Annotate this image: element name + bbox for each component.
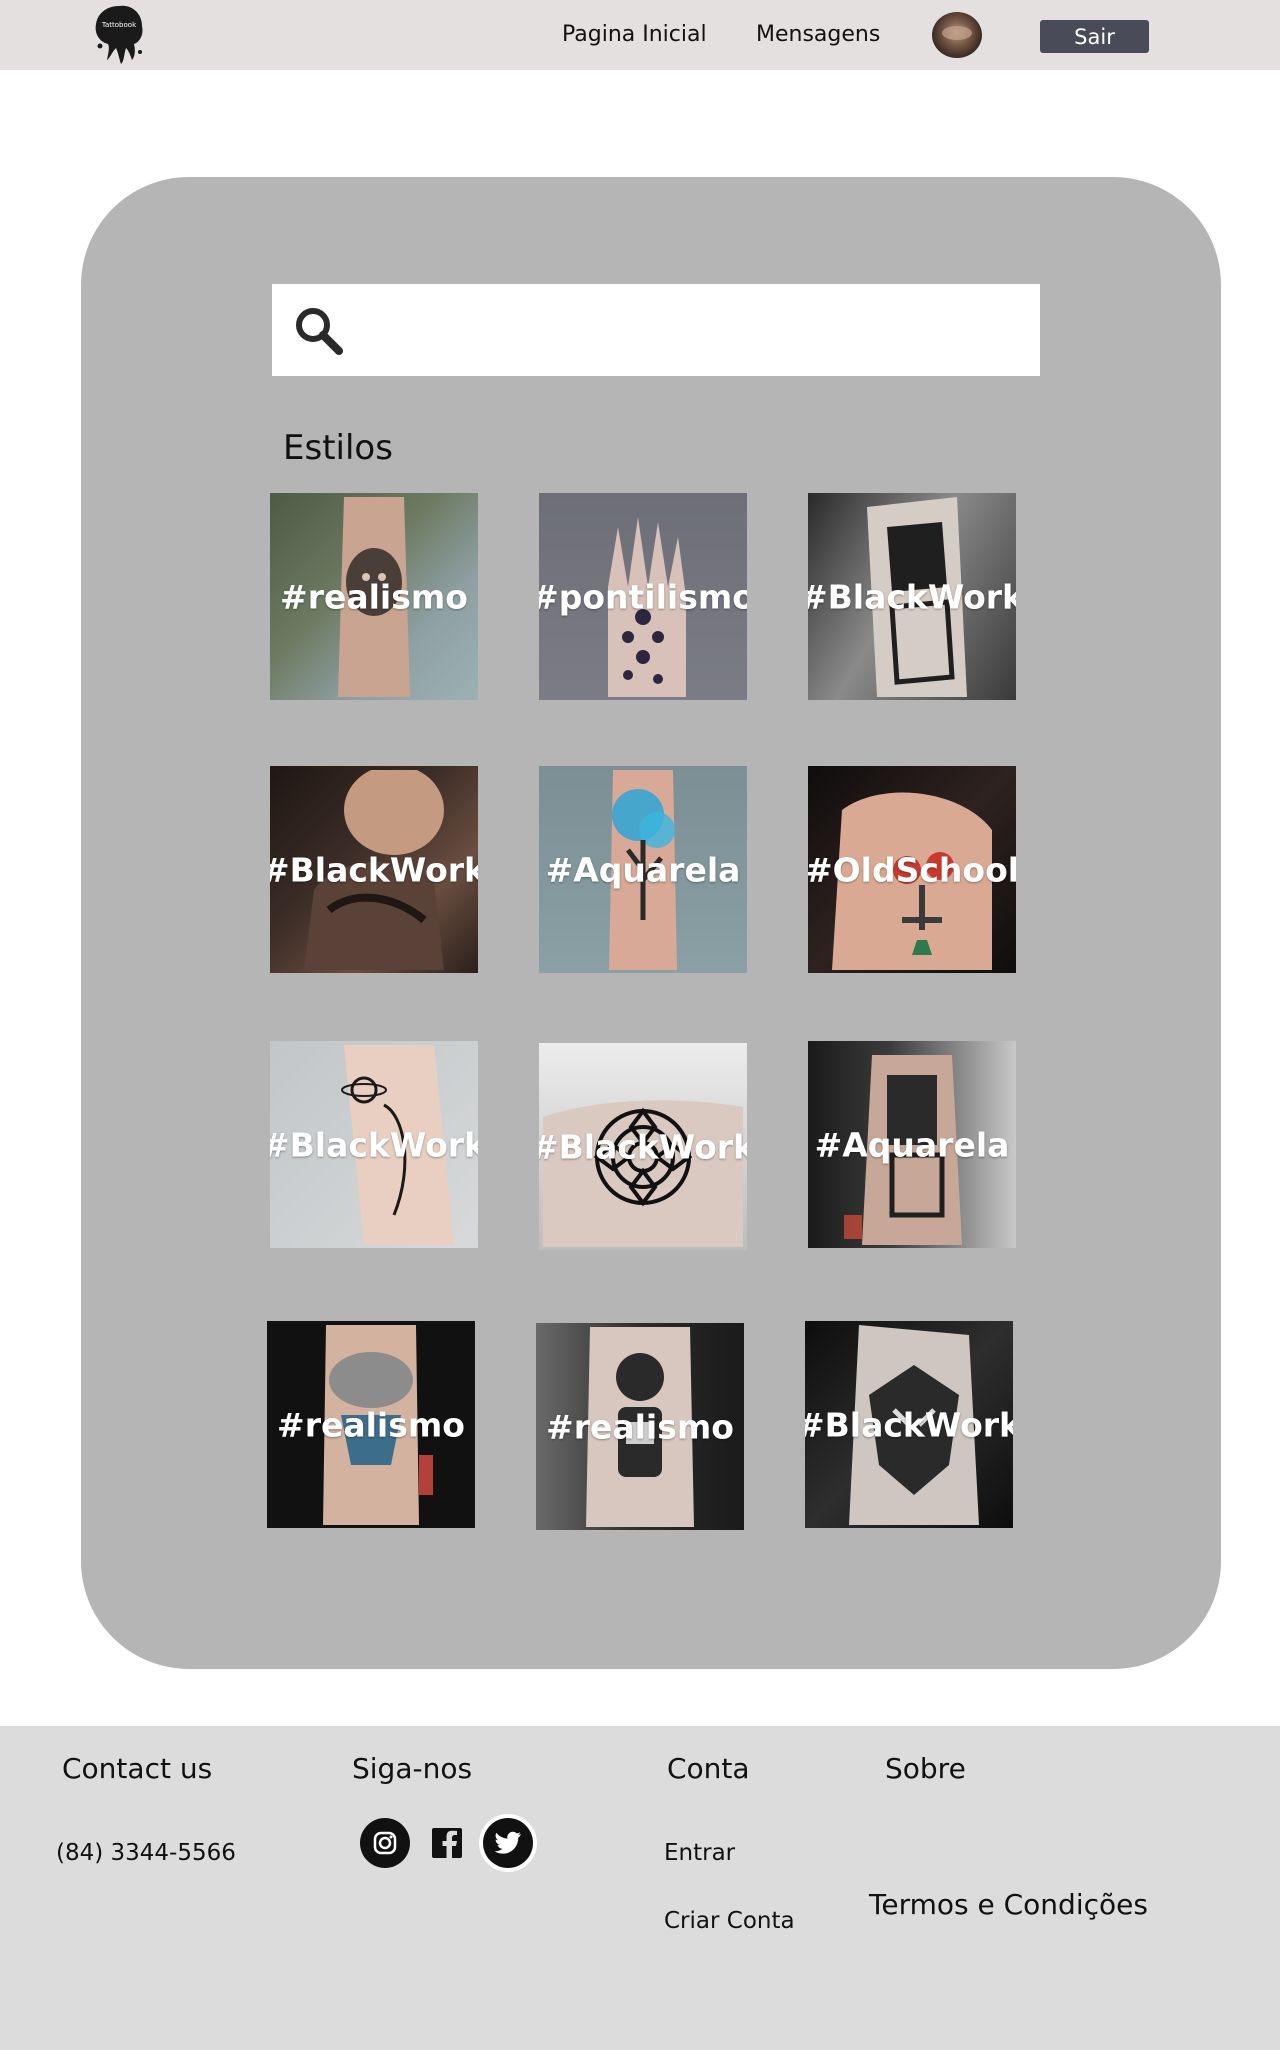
style-tile-oldschool[interactable]: #OldSchool	[808, 766, 1016, 973]
style-tile-blackwork[interactable]: #BlackWork	[805, 1321, 1013, 1528]
logout-button[interactable]: Sair	[1040, 20, 1149, 53]
tile-tag: #pontilismo	[539, 577, 747, 616]
style-tile-aquarela[interactable]: #Aquarela	[808, 1041, 1016, 1248]
style-tile-realismo[interactable]: #realismo	[536, 1323, 744, 1530]
styles-heading: Estilos	[283, 428, 393, 468]
top-navbar: Tattobook Pagina Inicial Mensagens Sair	[0, 0, 1280, 70]
instagram-icon[interactable]	[360, 1818, 410, 1868]
nav-pagina-inicial[interactable]: Pagina Inicial	[562, 22, 707, 47]
twitter-icon[interactable]	[483, 1818, 533, 1868]
footer-terms-link[interactable]: Termos e Condições	[869, 1888, 1148, 1921]
footer-follow-heading: Siga-nos	[352, 1752, 473, 1785]
footer-account-heading: Conta	[667, 1752, 750, 1785]
style-tile-pontilismo[interactable]: #pontilismo	[539, 493, 747, 700]
search-icon[interactable]	[292, 304, 346, 358]
nav-mensagens[interactable]: Mensagens	[756, 22, 880, 47]
search-bar[interactable]	[272, 284, 1040, 376]
style-tile-blackwork[interactable]: #BlackWork	[808, 493, 1016, 700]
footer-about-heading: Sobre	[885, 1752, 966, 1785]
user-avatar[interactable]	[932, 12, 982, 58]
tile-tag: #BlackWork	[270, 850, 478, 889]
footer-login-link[interactable]: Entrar	[664, 1840, 735, 1866]
tattobook-logo[interactable]: Tattobook	[90, 2, 148, 66]
tile-tag: #BlackWork	[805, 1405, 1013, 1444]
tile-tag: #BlackWork	[270, 1125, 478, 1164]
logo-text: Tattobook	[101, 21, 137, 29]
tile-tag: #realismo	[277, 1405, 465, 1444]
style-tile-realismo[interactable]: #realismo	[270, 493, 478, 700]
style-tile-blackwork[interactable]: #BlackWork	[270, 766, 478, 973]
style-tile-blackwork[interactable]: #BlackWork	[270, 1041, 478, 1248]
style-tile-blackwork[interactable]: #BlackWork	[539, 1043, 747, 1250]
style-tile-realismo[interactable]: #realismo	[267, 1321, 475, 1528]
tile-tag: #BlackWork	[808, 577, 1016, 616]
tile-tag: #Aquarela	[814, 1125, 1010, 1164]
footer-signup-link[interactable]: Criar Conta	[664, 1908, 795, 1934]
tile-tag: #realismo	[546, 1407, 734, 1446]
footer-phone: (84) 3344-5566	[56, 1840, 236, 1866]
footer-contact-heading: Contact us	[62, 1752, 213, 1785]
tile-tag: #Aquarela	[545, 850, 741, 889]
tile-tag: #OldSchool	[808, 850, 1016, 889]
style-tile-aquarela[interactable]: #Aquarela	[539, 766, 747, 973]
search-input[interactable]	[356, 284, 1026, 376]
tile-tag: #realismo	[280, 577, 468, 616]
tile-tag: #BlackWork	[539, 1127, 747, 1166]
facebook-icon[interactable]	[422, 1818, 472, 1868]
